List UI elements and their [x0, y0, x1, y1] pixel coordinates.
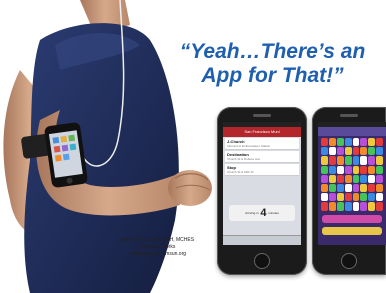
gem-tile[interactable] [376, 193, 383, 202]
gem-tile[interactable] [368, 156, 376, 165]
gem-tile[interactable] [344, 174, 352, 183]
arrival-prefix: Arriving in [245, 211, 259, 215]
gem-tile[interactable] [344, 156, 352, 165]
gem-tile[interactable] [328, 138, 336, 147]
gem-tile[interactable] [321, 174, 328, 183]
gem-tile[interactable] [352, 193, 360, 202]
gem-tile[interactable] [328, 147, 336, 156]
gem-tile[interactable] [352, 138, 360, 147]
gem-tile[interactable] [352, 147, 360, 156]
gem-tile[interactable] [321, 165, 328, 174]
gem-tile[interactable] [368, 174, 376, 183]
slide: “Yeah…There’s an App for That!” Abby DiP… [0, 0, 386, 293]
gem-tile[interactable] [368, 165, 376, 174]
arrival-number: 4 [260, 207, 267, 219]
gem-tile[interactable] [360, 193, 368, 202]
gem-tile[interactable] [328, 156, 336, 165]
gem-tile[interactable] [376, 138, 383, 147]
row-sub: Church St & 18th St [227, 170, 254, 174]
level-bar [322, 227, 382, 235]
transit-navbar: San Francisco Muni [223, 127, 301, 137]
gem-tile[interactable] [336, 193, 344, 202]
gem-tile[interactable] [376, 165, 383, 174]
gem-tile[interactable] [352, 174, 360, 183]
gem-tile[interactable] [344, 183, 352, 193]
gem-tile[interactable] [328, 165, 336, 174]
author-email: adipasquale@mmsun.org [128, 251, 187, 257]
score-bar [322, 215, 382, 223]
arrival-suffix: minutes [268, 211, 279, 215]
gem-tile[interactable] [352, 183, 360, 193]
gem-tile[interactable] [360, 183, 368, 193]
author-name: Abby DiPasquale, MPH, MCHES [120, 237, 195, 243]
gem-tile[interactable] [328, 202, 336, 211]
gem-tile[interactable] [360, 202, 368, 211]
transit-app-screen: San Francisco Muni J-Church Inbound to E… [223, 122, 301, 245]
gem-tile[interactable] [336, 147, 344, 156]
gem-tile[interactable] [376, 202, 383, 211]
route-row[interactable]: J-Church Inbound to Embarcadero Station [225, 138, 299, 150]
gem-tile[interactable] [344, 165, 352, 174]
game-header [318, 127, 386, 136]
slide-title: “Yeah…There’s an App for That!” [160, 40, 385, 88]
gem-tile[interactable] [344, 147, 352, 156]
gem-tile[interactable] [344, 202, 352, 211]
author-credit: Abby DiPasquale, MPH, MCHES Wellness Wor… [95, 237, 220, 258]
gem-tile[interactable] [336, 183, 344, 193]
gem-tile[interactable] [344, 193, 352, 202]
gem-tile[interactable] [352, 202, 360, 211]
gem-tile[interactable] [376, 174, 383, 183]
title-line-2: App for That!” [201, 64, 344, 87]
gem-tile[interactable] [336, 202, 344, 211]
gem-tile[interactable] [352, 156, 360, 165]
gem-tile[interactable] [368, 183, 376, 193]
gem-tile[interactable] [360, 147, 368, 156]
gem-tile[interactable] [336, 156, 344, 165]
game-app-screen [318, 122, 386, 245]
transit-app-phone: San Francisco Muni J-Church Inbound to E… [217, 107, 307, 275]
gem-tile[interactable] [368, 202, 376, 211]
gem-tile[interactable] [328, 193, 336, 202]
gem-tile[interactable] [321, 156, 328, 165]
gem-tile[interactable] [360, 138, 368, 147]
stop-row[interactable]: Stop Church St & 18th St [225, 164, 299, 176]
gem-tile[interactable] [360, 156, 368, 165]
row-sub: Inbound to Embarcadero Station [227, 144, 271, 148]
author-program: Wellness Works [139, 244, 176, 250]
gem-tile[interactable] [368, 147, 376, 156]
gem-tile[interactable] [336, 174, 344, 183]
gem-tile[interactable] [336, 138, 344, 147]
gem-tile[interactable] [321, 183, 328, 193]
phone-speaker [253, 114, 271, 117]
gem-grid[interactable] [321, 138, 383, 211]
phone-speaker [340, 114, 358, 117]
game-app-phone [312, 107, 386, 275]
row-sub: Church St & Duboce Ave [227, 157, 261, 161]
gem-tile[interactable] [321, 202, 328, 211]
gem-tile[interactable] [368, 138, 376, 147]
gem-tile[interactable] [352, 165, 360, 174]
gem-tile[interactable] [376, 156, 383, 165]
gem-tile[interactable] [336, 165, 344, 174]
bottom-toolbar[interactable] [223, 235, 301, 245]
gem-tile[interactable] [321, 147, 328, 156]
gem-tile[interactable] [321, 138, 328, 147]
title-line-1: “Yeah…There’s an [179, 40, 366, 63]
destination-row[interactable]: Destination Church St & Duboce Ave [225, 151, 299, 163]
gem-tile[interactable] [360, 165, 368, 174]
gem-tile[interactable] [344, 138, 352, 147]
gem-tile[interactable] [321, 193, 328, 202]
gem-tile[interactable] [376, 147, 383, 156]
gem-tile[interactable] [328, 174, 336, 183]
gem-tile[interactable] [368, 193, 376, 202]
gem-tile[interactable] [328, 183, 336, 193]
gem-tile[interactable] [376, 183, 383, 193]
home-button[interactable] [341, 253, 357, 269]
gem-tile[interactable] [360, 174, 368, 183]
arrival-panel: Arriving in 4 minutes [229, 205, 295, 221]
home-button[interactable] [254, 253, 270, 269]
